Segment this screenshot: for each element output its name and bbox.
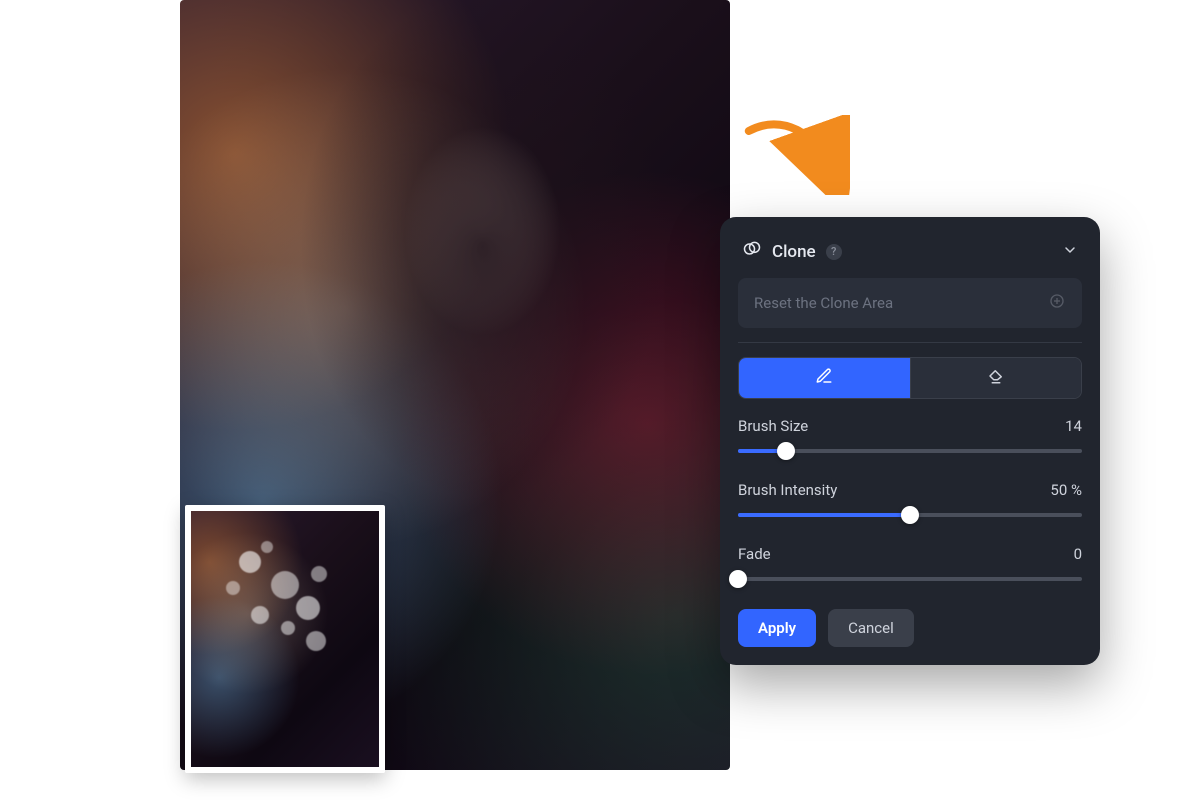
fade-control: Fade 0 <box>738 545 1082 581</box>
fade-value: 0 <box>1074 545 1082 563</box>
draw-tool-button[interactable] <box>739 358 910 398</box>
panel-actions: Apply Cancel <box>738 609 1082 647</box>
help-icon[interactable]: ? <box>826 244 842 260</box>
slider-thumb[interactable] <box>729 570 747 588</box>
before-thumbnail <box>185 505 385 773</box>
apply-button[interactable]: Apply <box>738 609 816 647</box>
brush-intensity-slider[interactable] <box>738 513 1082 517</box>
target-add-icon <box>1048 292 1066 314</box>
brush-mode-toggle <box>738 357 1082 399</box>
fade-label: Fade <box>738 545 771 563</box>
cancel-button[interactable]: Cancel <box>828 609 914 647</box>
brush-intensity-control: Brush Intensity 50 % <box>738 481 1082 517</box>
brush-intensity-label: Brush Intensity <box>738 481 837 499</box>
panel-header[interactable]: Clone ? <box>738 233 1082 278</box>
slider-thumb[interactable] <box>777 442 795 460</box>
clone-icon <box>742 239 762 264</box>
erase-tool-button[interactable] <box>910 358 1082 398</box>
eraser-icon <box>987 367 1005 389</box>
chevron-down-icon[interactable] <box>1062 242 1078 262</box>
clone-panel: Clone ? Reset the Clone Area <box>720 217 1100 665</box>
fade-slider[interactable] <box>738 577 1082 581</box>
reset-label: Reset the Clone Area <box>754 294 893 312</box>
panel-title: Clone <box>772 242 816 262</box>
brush-size-slider[interactable] <box>738 449 1082 453</box>
arrow-icon <box>740 115 850 195</box>
pencil-icon <box>815 367 833 389</box>
brush-size-control: Brush Size 14 <box>738 417 1082 453</box>
divider <box>738 342 1082 343</box>
brush-intensity-value: 50 % <box>1050 481 1082 499</box>
brush-size-label: Brush Size <box>738 417 808 435</box>
reset-clone-area-button[interactable]: Reset the Clone Area <box>738 278 1082 328</box>
slider-fill <box>738 513 910 517</box>
slider-thumb[interactable] <box>901 506 919 524</box>
brush-size-value: 14 <box>1065 417 1082 435</box>
